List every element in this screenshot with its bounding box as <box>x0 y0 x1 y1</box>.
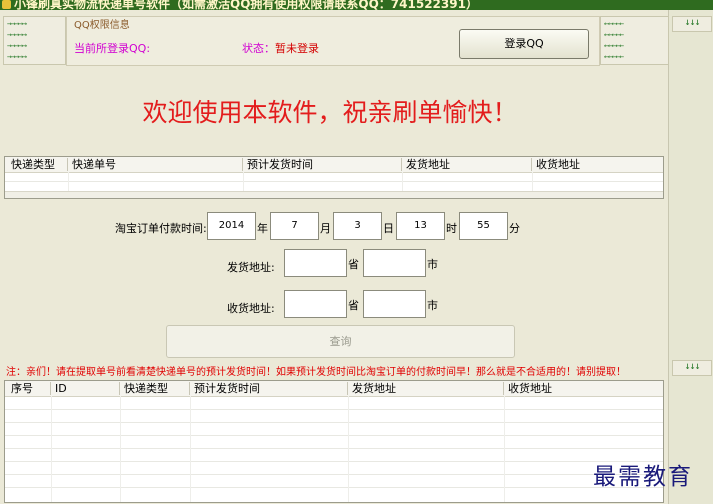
year-unit: 年 <box>257 222 268 235</box>
column-header[interactable]: 收货地址 <box>503 382 552 395</box>
column-line <box>190 396 191 502</box>
recv-province-field[interactable] <box>284 290 347 318</box>
ship-city-unit: 市 <box>427 258 438 271</box>
arrow-row: →→→→→ <box>7 19 27 28</box>
column-header[interactable]: 序号 <box>7 382 33 395</box>
month-field[interactable]: 7 <box>270 212 319 240</box>
arrow-row: ←←←←← <box>604 52 624 61</box>
column-header[interactable]: 预计发货时间 <box>189 382 260 395</box>
arrow-row: ←←←←← <box>604 30 624 39</box>
row-line <box>5 487 663 488</box>
arrow-row: →→→→→ <box>7 52 27 61</box>
arrow-row: →→→→→ <box>7 30 27 39</box>
column-line <box>348 396 349 502</box>
warning-note: 注：亲们！请在提取单号前看清楚快递单号的预计发货时间！如果预计发货时间比淘宝订单… <box>6 367 626 378</box>
column-header[interactable]: ID <box>50 382 67 395</box>
arrow-row: ↓↓↓ <box>684 361 700 372</box>
left-arrows-decoration: ←←←←← ←←←←← ←←←←← ←←←←← <box>600 16 669 65</box>
table-header: 序号 ID 快递类型 预计发货时间 发货地址 收货地址 <box>5 381 663 397</box>
recv-city-field[interactable] <box>363 290 426 318</box>
down-arrows-bottom: ↓↓↓ <box>672 360 712 376</box>
day-unit: 日 <box>383 222 394 235</box>
right-arrows-decoration: →→→→→ →→→→→ →→→→→ →→→→→ <box>3 16 66 65</box>
ship-province-field[interactable] <box>284 249 347 277</box>
minute-unit: 分 <box>509 222 520 235</box>
row-line <box>5 474 663 475</box>
column-header[interactable]: 快递单号 <box>67 158 116 171</box>
day-field[interactable]: 3 <box>333 212 382 240</box>
hour-unit: 时 <box>446 222 457 235</box>
express-table-top[interactable]: 快递类型 快递单号 预计发货时间 发货地址 收货地址 <box>4 156 664 199</box>
column-header[interactable]: 收货地址 <box>531 158 580 171</box>
row-line <box>5 409 663 410</box>
arrow-row: →→→→→ <box>7 41 27 50</box>
table-header: 快递类型 快递单号 预计发货时间 发货地址 收货地址 <box>5 157 663 173</box>
row-line <box>5 461 663 462</box>
window-title: 小锋刷真实物流快递单号软件（如需激活QQ拥有使用权限请联系QQ：74152239… <box>14 0 478 10</box>
current-user-label: 当前所登录QQ: <box>74 42 151 55</box>
column-line <box>120 396 121 502</box>
row-line <box>5 181 663 182</box>
year-field[interactable]: 2014 <box>207 212 256 240</box>
right-panel <box>668 10 713 504</box>
row-line <box>5 448 663 449</box>
pay-time-label: 淘宝订单付款时间: <box>115 222 207 235</box>
title-bar: 小锋刷真实物流快递单号软件（如需激活QQ拥有使用权限请联系QQ：74152239… <box>0 0 713 10</box>
horizontal-scrollbar[interactable] <box>5 191 663 198</box>
status-value: 暂未登录 <box>275 42 319 55</box>
qq-panel-label: QQ权限信息 <box>74 20 130 31</box>
column-header[interactable]: 快递类型 <box>119 382 168 395</box>
recv-province-unit: 省 <box>348 299 359 312</box>
arrow-row: ←←←←← <box>604 19 624 28</box>
status-text: 状态：暂未登录 <box>242 40 319 56</box>
month-unit: 月 <box>320 222 331 235</box>
express-table-bottom[interactable]: 序号 ID 快递类型 预计发货时间 发货地址 收货地址 <box>4 380 664 503</box>
watermark-text: 最需教育 <box>593 464 693 490</box>
column-header[interactable]: 发货地址 <box>347 382 396 395</box>
welcome-message: 欢迎使用本软件，祝亲刷单愉快！ <box>142 98 518 127</box>
login-qq-button[interactable]: 登录QQ <box>459 29 589 59</box>
down-arrows-top: ↓↓↓ <box>672 16 712 32</box>
column-header[interactable]: 发货地址 <box>401 158 450 171</box>
status-label: 状态： <box>242 42 275 55</box>
minute-field[interactable]: 55 <box>459 212 508 240</box>
query-button[interactable]: 查询 <box>166 325 515 358</box>
row-line <box>5 435 663 436</box>
ship-province-unit: 省 <box>348 258 359 271</box>
recv-address-label: 收货地址: <box>227 302 275 315</box>
arrow-row: ↓↓↓ <box>684 17 700 28</box>
ship-address-label: 发货地址: <box>227 261 275 274</box>
row-line <box>5 422 663 423</box>
app-icon <box>2 0 11 9</box>
column-line <box>51 396 52 502</box>
recv-city-unit: 市 <box>427 299 438 312</box>
column-line <box>504 396 505 502</box>
arrow-row: ←←←←← <box>604 41 624 50</box>
ship-city-field[interactable] <box>363 249 426 277</box>
column-header[interactable]: 快递类型 <box>7 158 55 171</box>
hour-field[interactable]: 13 <box>396 212 445 240</box>
column-header[interactable]: 预计发货时间 <box>242 158 313 171</box>
